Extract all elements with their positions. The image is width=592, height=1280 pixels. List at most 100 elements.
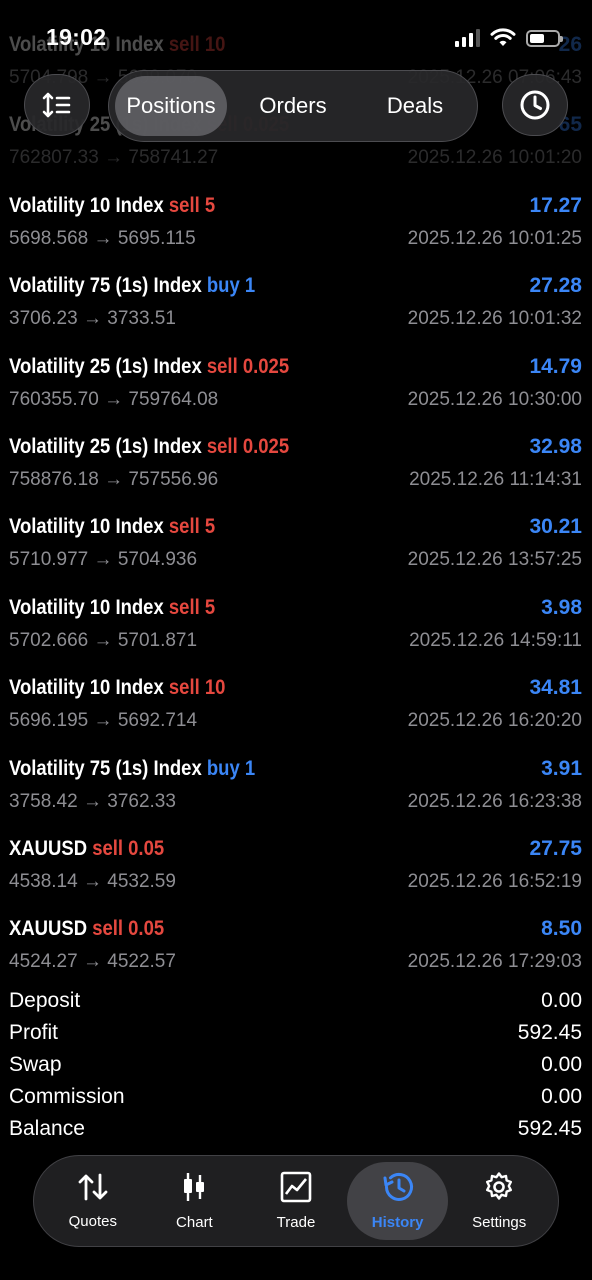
open-price: 5696.195: [9, 710, 89, 732]
symbol-name: XAUUSD: [9, 917, 88, 941]
deal-row[interactable]: Volatility 75 (1s) Index buy 1 3.91 3758.4…: [0, 750, 592, 830]
deal-symbol: Volatility 25 (1s) Index sell 0.025: [9, 355, 289, 379]
nav-chart[interactable]: Chart: [144, 1162, 246, 1240]
deal-row[interactable]: Volatility 75 (1s) Index buy 1 27.28 3706.…: [0, 267, 592, 347]
deal-prices: 3706.23 → 3733.51: [9, 308, 176, 330]
deal-profit: 30.21: [529, 515, 582, 539]
deal-symbol: Volatility 25 (1s) Index sell 0.025: [9, 435, 289, 459]
deal-row[interactable]: Volatility 25 (1s) Index sell 0.025 32.98…: [0, 428, 592, 508]
top-toolbar: Positions Orders Deals: [0, 70, 592, 142]
deal-time: 2025.12.26 13:57:25: [407, 549, 582, 571]
bottom-tab-bar: Quotes Chart Trade History Settings: [33, 1155, 559, 1247]
summary-row-balance: Balance 592.45: [0, 1114, 592, 1146]
deal-profit: 8.50: [541, 917, 582, 941]
summary-label: Deposit: [9, 989, 81, 1012]
nav-history[interactable]: History: [346, 1162, 449, 1240]
deal-symbol: XAUUSD sell 0.05: [9, 837, 164, 861]
sort-button[interactable]: [24, 74, 90, 136]
deal-side: sell: [168, 193, 200, 217]
arrow-right-icon: →: [104, 147, 124, 169]
summary-value: 592.45: [517, 1117, 582, 1140]
deal-profit: 3.91: [541, 756, 582, 780]
deal-symbol: XAUUSD sell 0.05: [9, 917, 164, 941]
deal-side: sell: [168, 676, 200, 700]
nav-settings[interactable]: Settings: [448, 1162, 550, 1240]
deal-row[interactable]: Volatility 10 Index sell 5 17.27 5698.568 …: [0, 187, 592, 267]
period-button[interactable]: [502, 74, 568, 136]
close-price: 3762.33: [107, 790, 176, 812]
close-price: 5701.871: [117, 629, 198, 651]
deal-profit: 34.81: [529, 676, 582, 700]
deal-row[interactable]: Volatility 10 Index sell 10 34.81 5696.195…: [0, 669, 592, 749]
gear-icon: [483, 1171, 515, 1208]
open-price: 762807.33: [9, 147, 99, 169]
deal-symbol: Volatility 10 Index sell 10: [9, 676, 225, 700]
deal-side: sell: [206, 354, 238, 378]
arrow-right-icon: →: [93, 549, 113, 571]
status-time: 19:02: [46, 24, 107, 50]
deal-prices: 760355.70 → 759764.08: [9, 389, 218, 411]
deal-time: 2025.12.26 16:23:38: [407, 790, 582, 812]
arrow-right-icon: →: [93, 227, 113, 249]
deal-prices: 5710.977 → 5704.936: [9, 549, 197, 571]
deal-row[interactable]: XAUUSD sell 0.05 8.50 4524.27 → 4522.57 202…: [0, 910, 592, 990]
clock-icon: [520, 90, 550, 120]
deal-side: sell: [206, 435, 238, 458]
deal-volume: 0.05: [128, 917, 165, 941]
deal-volume: 10: [204, 676, 226, 700]
deal-side: sell: [92, 917, 124, 941]
deal-volume: 0.025: [242, 354, 290, 378]
symbol-name: XAUUSD: [9, 837, 88, 860]
arrow-right-icon: →: [104, 388, 124, 410]
summary-value: 0.00: [541, 1053, 582, 1076]
nav-quotes[interactable]: Quotes: [42, 1162, 144, 1240]
deal-row[interactable]: Volatility 25 (1s) Index sell 0.025 14.79…: [0, 348, 592, 428]
open-price: 5698.568: [9, 227, 89, 249]
summary-row-swap: Swap 0.00: [0, 1050, 592, 1082]
nav-label: History: [371, 1214, 424, 1231]
deal-time: 2025.12.26 16:52:19: [407, 871, 582, 892]
arrow-right-icon: →: [82, 308, 102, 330]
deal-volume: 1: [244, 274, 256, 298]
status-bar: 19:02: [0, 0, 592, 78]
deal-profit: 27.75: [529, 837, 582, 860]
deal-row[interactable]: Volatility 10 Index sell 5 30.21 5710.977 …: [0, 508, 592, 588]
deal-side: sell: [168, 515, 200, 539]
tab-deals[interactable]: Deals: [359, 76, 471, 136]
deal-symbol: Volatility 10 Index sell 5: [9, 515, 215, 539]
deal-symbol: Volatility 10 Index sell 5: [9, 194, 215, 218]
deal-time: 2025.12.26 10:01:25: [407, 227, 582, 249]
summary-value: 0.00: [541, 989, 582, 1012]
deal-volume: 1: [244, 756, 256, 780]
symbol-name: Volatility 10 Index: [9, 676, 164, 700]
quotes-arrows-icon: [76, 1172, 110, 1207]
deal-time: 2025.12.26 14:59:11: [409, 629, 582, 651]
close-price: 5704.936: [117, 549, 198, 571]
deal-prices: 5702.666 → 5701.871: [9, 630, 197, 652]
wifi-icon: [490, 28, 516, 46]
deal-volume: 5: [204, 515, 216, 539]
sort-icon: [42, 92, 71, 118]
tab-positions[interactable]: Positions: [115, 76, 227, 136]
cellular-signal-icon: [455, 29, 480, 47]
symbol-name: Volatility 10 Index: [9, 595, 164, 619]
history-clock-icon: [381, 1171, 415, 1208]
arrow-right-icon: →: [82, 951, 102, 973]
nav-trade[interactable]: Trade: [245, 1162, 347, 1240]
deal-row[interactable]: Volatility 10 Index sell 5 3.98 5702.666 →…: [0, 589, 592, 669]
deal-row[interactable]: XAUUSD sell 0.05 27.75 4538.14 → 4532.59 20…: [0, 830, 592, 910]
tab-orders[interactable]: Orders: [227, 76, 359, 136]
nav-label: Chart: [176, 1214, 213, 1231]
deal-volume: 0.025: [242, 435, 290, 458]
deal-profit: 17.27: [529, 193, 582, 217]
open-price: 3706.23: [9, 308, 78, 330]
deal-prices: 3758.42 → 3762.33: [9, 791, 176, 813]
nav-label: Quotes: [68, 1213, 117, 1230]
deal-time: 2025.12.26 10:01:20: [407, 147, 582, 169]
close-price: 5695.115: [117, 227, 196, 249]
arrow-right-icon: →: [93, 710, 113, 732]
deal-profit: 27.28: [529, 274, 582, 298]
open-price: 4524.27: [9, 951, 78, 973]
symbol-name: Volatility 10 Index: [9, 515, 164, 539]
deal-prices: 4538.14 → 4532.59: [9, 871, 176, 893]
